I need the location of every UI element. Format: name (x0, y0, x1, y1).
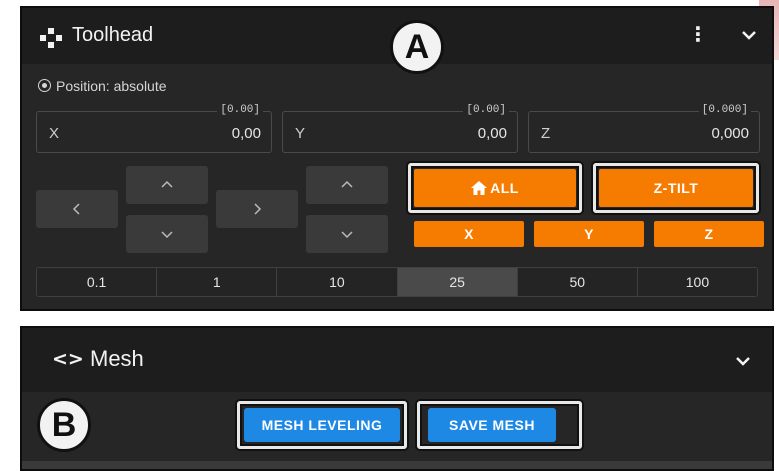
y-field-label: Y (295, 125, 306, 142)
x-target-hint: [0.00] (217, 104, 263, 116)
jog-z-minus-button[interactable] (306, 215, 388, 253)
highlight-frame (417, 401, 582, 449)
annotation-badge-a: A (390, 20, 444, 74)
annotation-badge-b: B (37, 398, 91, 452)
z-field-label: Z (541, 125, 551, 142)
position-mode-text: Position: absolute (56, 78, 167, 94)
highlight-frame (593, 163, 759, 213)
code-brackets-icon: <> (52, 348, 84, 370)
chevron-left-icon (72, 203, 80, 215)
step-option[interactable]: 0.1 (37, 268, 158, 296)
highlight-frame (408, 163, 582, 213)
y-position-field[interactable]: [0.00] Y 0,00 (282, 104, 518, 153)
jog-x-minus-button[interactable] (36, 190, 118, 228)
chevron-down-icon[interactable] (740, 26, 758, 44)
mesh-footer (22, 461, 772, 469)
y-target-hint: [0.00] (463, 104, 509, 116)
chevron-up-icon (341, 180, 353, 188)
gamepad-icon (40, 28, 62, 48)
x-position-field[interactable]: [0.00] X 0,00 (36, 104, 272, 153)
radio-target-icon (38, 79, 51, 92)
step-option-selected[interactable]: 25 (397, 268, 518, 296)
x-field-value: 0,00 (231, 125, 261, 142)
highlight-frame (237, 401, 407, 449)
step-size-selector: 0.1 1 10 25 50 100 (36, 267, 758, 297)
z-field-value: 0,000 (711, 125, 749, 142)
chevron-down-icon[interactable] (734, 352, 752, 370)
toolhead-title: Toolhead (72, 24, 154, 46)
mesh-header: <> Mesh (22, 328, 772, 392)
mesh-panel: <> Mesh MESH LEVELING SAVE MESH (20, 326, 774, 471)
y-field-value: 0,00 (477, 125, 507, 142)
jog-z-plus-button[interactable] (306, 166, 388, 204)
chevron-up-icon (161, 180, 173, 188)
vertical-dots-icon[interactable]: ⋮ (688, 22, 708, 47)
home-y-button[interactable]: Y (534, 221, 644, 247)
home-z-button[interactable]: Z (654, 221, 764, 247)
jog-x-plus-button[interactable] (216, 190, 298, 228)
z-target-hint: [0.000] (698, 104, 751, 116)
home-x-label: X (464, 226, 474, 242)
step-option[interactable]: 50 (517, 268, 638, 296)
step-option[interactable]: 1 (157, 268, 278, 296)
position-mode-label[interactable]: Position: absolute (38, 78, 167, 94)
z-position-field[interactable]: [0.000] Z 0,000 (528, 104, 760, 153)
chevron-down-icon (341, 231, 353, 239)
step-option[interactable]: 10 (277, 268, 398, 296)
home-z-label: Z (704, 226, 714, 242)
mesh-title: Mesh (90, 346, 144, 371)
home-x-button[interactable]: X (414, 221, 524, 247)
chevron-right-icon (254, 203, 262, 215)
jog-y-minus-button[interactable] (126, 215, 208, 253)
home-y-label: Y (584, 226, 594, 242)
jog-y-plus-button[interactable] (126, 166, 208, 204)
chevron-down-icon (161, 231, 173, 239)
step-option[interactable]: 100 (637, 268, 757, 296)
x-field-label: X (49, 125, 60, 142)
